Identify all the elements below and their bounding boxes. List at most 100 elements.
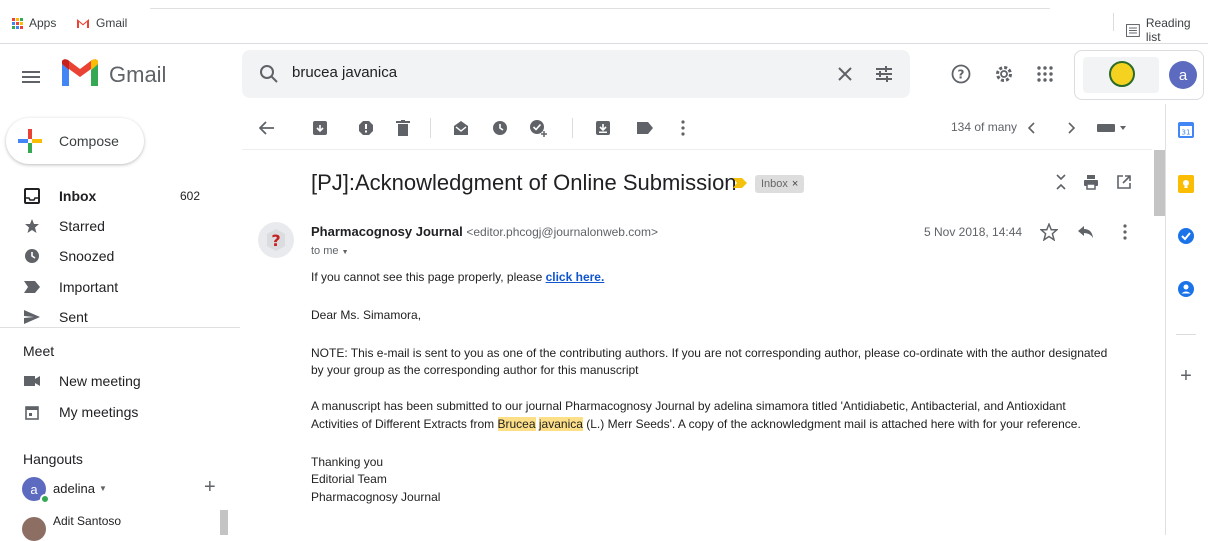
- hangouts-section-title: Hangouts: [23, 451, 83, 467]
- message-more-icon[interactable]: [1109, 216, 1141, 248]
- google-apps-icon[interactable]: [1029, 58, 1061, 90]
- sidebar-item-label: Starred: [59, 218, 105, 234]
- back-arrow-icon[interactable]: [255, 116, 279, 140]
- gmail-logo-text: Gmail: [109, 62, 167, 87]
- star-message-icon[interactable]: [1033, 216, 1065, 248]
- clear-search-icon[interactable]: [829, 58, 861, 90]
- new-conversation-plus-icon[interactable]: +: [204, 476, 216, 499]
- reply-icon[interactable]: [1070, 216, 1102, 248]
- toolbar-separator: [572, 118, 573, 138]
- click-here-link[interactable]: click here.: [546, 270, 605, 284]
- search-input[interactable]: [292, 64, 792, 81]
- account-avatar[interactable]: a: [1169, 61, 1197, 89]
- expand-all-icon[interactable]: [1045, 166, 1077, 198]
- reading-list-label: Reading list: [1145, 16, 1191, 44]
- add-to-tasks-icon[interactable]: [526, 116, 550, 140]
- pagination-text: 134 of many: [951, 120, 1018, 134]
- keep-app-icon[interactable]: [1176, 174, 1196, 194]
- calendar-icon: [24, 404, 40, 420]
- reading-list-icon: [1126, 23, 1140, 37]
- search-highlight: Brucea: [497, 417, 536, 431]
- main-menu-icon[interactable]: [22, 71, 40, 83]
- open-new-window-icon[interactable]: [1108, 166, 1140, 198]
- compose-button[interactable]: Compose: [6, 118, 144, 164]
- main-scrollbar[interactable]: [1154, 150, 1165, 216]
- important-marker-icon[interactable]: [733, 178, 747, 188]
- settings-gear-icon[interactable]: [988, 58, 1020, 90]
- label-tag-icon[interactable]: [633, 116, 657, 140]
- hangouts-contact-name[interactable]: Adit Santoso: [53, 514, 121, 528]
- compose-label: Compose: [59, 133, 119, 149]
- inbox-chip-label: Inbox: [761, 178, 788, 190]
- sidebar-item-my-meetings[interactable]: My meetings: [0, 397, 240, 427]
- delete-trash-icon[interactable]: [391, 116, 415, 140]
- sender-name[interactable]: Pharmacognosy Journal: [311, 224, 463, 239]
- bookmark-gmail[interactable]: Gmail: [76, 16, 127, 30]
- contacts-app-icon[interactable]: [1176, 279, 1196, 299]
- reading-list-button[interactable]: Reading list: [1126, 16, 1208, 44]
- organization-logo: [1083, 57, 1159, 93]
- sidebar-item-label: My meetings: [59, 404, 139, 420]
- inbox-icon: [24, 188, 40, 204]
- apps-grid-icon: [12, 17, 23, 29]
- sender-avatar[interactable]: ?: [258, 222, 294, 258]
- snooze-clock-icon[interactable]: [488, 116, 512, 140]
- side-panel-divider: [1176, 334, 1196, 335]
- sidebar-item-new-meeting[interactable]: New meeting: [0, 366, 240, 396]
- search-options-icon[interactable]: [868, 58, 900, 90]
- recipient-details[interactable]: to me ▼: [311, 245, 349, 257]
- signature-line1: Thanking you: [311, 455, 384, 469]
- recipient-text: to me: [311, 245, 339, 257]
- more-options-icon[interactable]: [671, 116, 695, 140]
- sidebar-item-inbox[interactable]: Inbox 602: [0, 181, 240, 211]
- contact-avatar[interactable]: [22, 517, 46, 541]
- newer-chevron-icon[interactable]: [1020, 116, 1044, 140]
- sender-email: <editor.phcogj@journalonweb.com>: [466, 225, 658, 239]
- bookmark-gmail-label: Gmail: [96, 16, 128, 30]
- sidebar-item-starred[interactable]: Starred: [0, 211, 240, 241]
- toolbar-separator: [430, 118, 431, 138]
- hangouts-user-menu[interactable]: adelina ▼: [53, 481, 107, 496]
- body-line-view-online: If you cannot see this page properly, pl…: [311, 269, 604, 286]
- sidebar-scrollbar[interactable]: [220, 510, 228, 535]
- remove-label-icon[interactable]: ×: [792, 178, 798, 190]
- move-to-icon[interactable]: [591, 116, 615, 140]
- body-note-line1: NOTE: This e-mail is sent to you as one …: [311, 346, 1108, 360]
- help-icon[interactable]: ?: [945, 58, 977, 90]
- inbox-label-chip[interactable]: Inbox ×: [755, 175, 805, 193]
- gmail-logo-icon[interactable]: [60, 58, 100, 88]
- print-icon[interactable]: [1075, 166, 1107, 198]
- sidebar-item-important[interactable]: Important: [0, 272, 240, 302]
- online-status-dot: [40, 494, 50, 504]
- sidebar-item-snoozed[interactable]: Snoozed: [0, 241, 240, 271]
- search-icon[interactable]: [258, 63, 280, 85]
- meet-section-title: Meet: [23, 343, 55, 359]
- bookmarks-bar: Apps Gmail Reading list: [0, 0, 1208, 44]
- body-paragraph-line2: Activities of Different Extracts from Br…: [311, 416, 1081, 433]
- mark-unread-icon[interactable]: [449, 116, 473, 140]
- chevron-down-icon: ▼: [98, 484, 107, 493]
- archive-icon[interactable]: [308, 116, 332, 140]
- star-icon: [24, 218, 40, 234]
- bookmark-apps[interactable]: Apps: [12, 16, 56, 30]
- sidebar-divider: [0, 327, 240, 328]
- sidebar-item-label: Snoozed: [59, 248, 115, 264]
- input-tools-keyboard-icon[interactable]: [1094, 116, 1130, 140]
- account-switcher[interactable]: a: [1074, 50, 1204, 100]
- tasks-app-icon[interactable]: [1176, 226, 1196, 246]
- calendar-app-icon[interactable]: 31: [1176, 120, 1196, 140]
- tab-strip-line: [150, 8, 1050, 9]
- unknown-sender-icon: ?: [267, 229, 285, 251]
- hangouts-user-name: adelina: [53, 481, 95, 496]
- search-bar[interactable]: [242, 50, 910, 98]
- sidebar-item-label: Inbox: [59, 188, 97, 204]
- bookmarks-separator: [1113, 13, 1114, 31]
- body-note-line2: by your group as the corresponding autho…: [311, 363, 639, 377]
- signature-line3: Pharmacognosy Journal: [311, 490, 441, 504]
- report-spam-icon[interactable]: [354, 116, 378, 140]
- svg-text:31: 31: [1182, 129, 1191, 137]
- bookmark-apps-label: Apps: [29, 16, 57, 30]
- get-addons-plus-icon[interactable]: +: [1176, 365, 1196, 387]
- message-date: 5 Nov 2018, 14:44: [924, 225, 1023, 239]
- older-chevron-icon[interactable]: [1059, 116, 1083, 140]
